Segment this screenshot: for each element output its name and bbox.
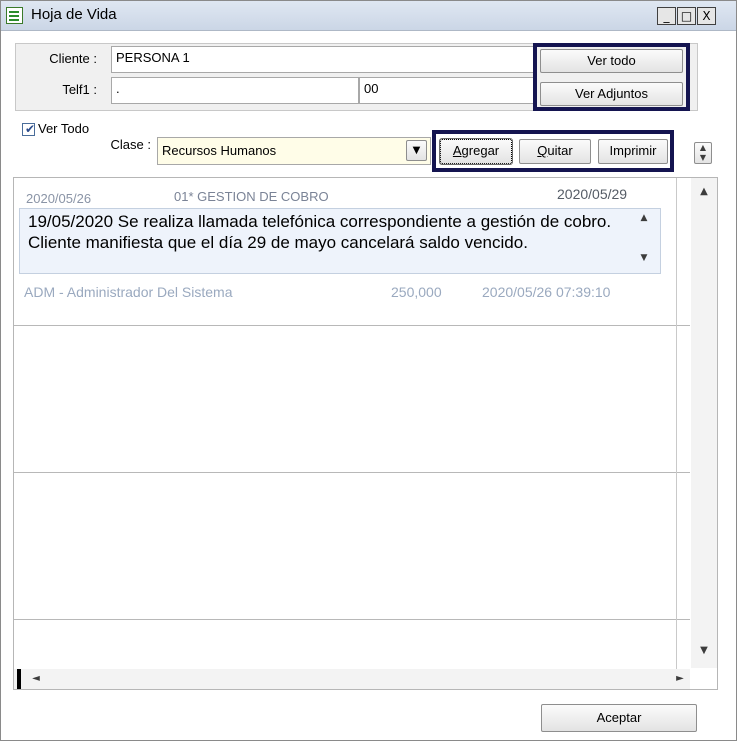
aceptar-button[interactable]: Aceptar <box>541 704 697 732</box>
telf1-label: Telf1 : <box>62 82 97 97</box>
dropdown-arrow-icon[interactable]: ▼ <box>406 140 427 161</box>
ver-todo-checkbox[interactable]: ✔ <box>22 122 36 136</box>
imprimir-button[interactable]: Imprimir <box>598 139 668 164</box>
row-divider <box>14 619 690 620</box>
scroll-down-icon[interactable]: ▼ <box>697 645 711 656</box>
spinner-control[interactable]: ▲ ▼ <box>694 142 712 164</box>
scroll-up-icon[interactable]: ▲ <box>697 186 711 197</box>
cliente-label: Cliente : <box>49 51 97 66</box>
scroll-right-icon[interactable]: ► <box>673 673 687 684</box>
title-bar[interactable]: Hoja de Vida _ □ X <box>1 1 736 31</box>
window-title: Hoja de Vida <box>31 6 117 23</box>
agregar-button[interactable]: Agregar <box>439 138 513 165</box>
clase-select[interactable]: Recursos Humanos <box>157 137 431 165</box>
note-scroll-down-icon[interactable]: ▼ <box>637 253 651 263</box>
cliente-field[interactable]: PERSONA 1 <box>111 46 534 73</box>
checkmark-icon: ✔ <box>25 122 36 136</box>
clase-label: Clase : <box>110 137 151 152</box>
telf1-ext-field[interactable]: 00 <box>359 77 534 104</box>
record-due-date: 2020/05/29 <box>557 186 628 202</box>
row-divider <box>14 472 690 473</box>
ver-todo-button[interactable]: Ver todo <box>540 49 683 73</box>
spreadsheet-icon <box>6 7 23 24</box>
record-category: 01* GESTION DE COBRO <box>174 189 329 204</box>
close-button[interactable]: X <box>697 7 716 25</box>
record-note-text: 19/05/2020 Se realiza llamada telefónica… <box>28 212 612 252</box>
hoja-de-vida-window: Hoja de Vida _ □ X Cliente : PERSONA 1 T… <box>0 0 737 741</box>
clase-select-value: Recursos Humanos <box>162 143 277 158</box>
quitar-button[interactable]: Quitar <box>519 139 591 164</box>
record-user: ADM - Administrador Del Sistema <box>24 284 233 300</box>
column-divider <box>676 178 677 669</box>
note-scroll-up-icon[interactable]: ▲ <box>637 213 651 223</box>
ver-adjuntos-button[interactable]: Ver Adjuntos <box>540 82 683 106</box>
ver-todo-checkbox-label: Ver Todo <box>38 121 90 136</box>
minimize-button[interactable]: _ <box>657 7 676 25</box>
scroll-left-icon[interactable]: ◄ <box>29 673 43 684</box>
row-divider <box>14 325 690 326</box>
record-timestamp: 2020/05/26 07:39:10 <box>482 284 611 300</box>
record-amount: 250,000 <box>391 284 442 300</box>
record-date: 2020/05/26 <box>26 191 92 206</box>
vertical-scrollbar[interactable] <box>691 178 717 668</box>
row-indicator-marker <box>17 669 21 689</box>
spinner-up-icon[interactable]: ▲ <box>695 143 711 153</box>
spinner-down-icon[interactable]: ▼ <box>695 153 711 163</box>
horizontal-scrollbar[interactable] <box>14 669 690 689</box>
telf1-field[interactable]: . <box>111 77 359 104</box>
record-note[interactable]: 19/05/2020 Se realiza llamada telefónica… <box>19 208 661 274</box>
restore-button[interactable]: □ <box>677 7 696 25</box>
